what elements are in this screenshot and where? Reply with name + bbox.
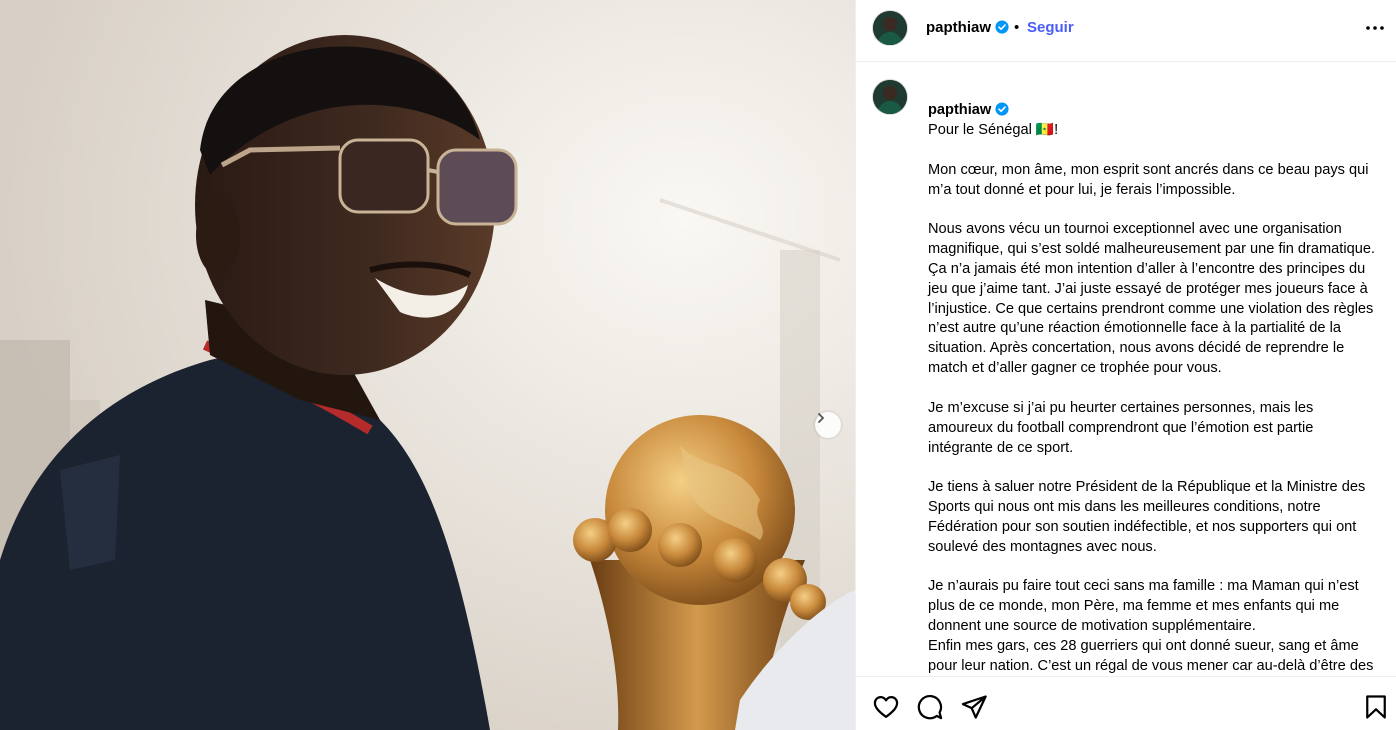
- separator-dot: •: [1014, 19, 1020, 36]
- bookmark-icon[interactable]: [1362, 693, 1390, 721]
- caption-comment: papthiaw Pour le Sénégal 🇸🇳! Mon cœur, m…: [856, 62, 1396, 676]
- caption-author-username[interactable]: papthiaw: [928, 102, 991, 118]
- avatar-image: [873, 80, 907, 114]
- caption-text: papthiaw Pour le Sénégal 🇸🇳! Mon cœur, m…: [928, 81, 1378, 676]
- paper-plane-icon[interactable]: [960, 693, 988, 721]
- author-username-text[interactable]: papthiaw: [926, 19, 991, 36]
- caption-paragraph-4: Je tiens à saluer notre Président de la …: [928, 478, 1366, 555]
- caption-paragraph-3: Je m’excuse si j’ai pu heurter certaines…: [928, 399, 1314, 456]
- caption-paragraph-2: Nous avons vécu un tournoi exceptionnel …: [928, 220, 1375, 377]
- verified-badge-icon: [995, 20, 1009, 34]
- more-options-icon[interactable]: [1363, 16, 1387, 40]
- post-actions-bar: [856, 676, 1396, 730]
- caption-paragraph-1: Mon cœur, mon âme, mon esprit sont ancré…: [928, 161, 1369, 198]
- photo-illustration: [0, 0, 855, 730]
- follow-button[interactable]: Seguir: [1027, 19, 1074, 36]
- author-username[interactable]: papthiaw: [926, 19, 1009, 36]
- heart-icon[interactable]: [872, 693, 900, 721]
- post-photo: [0, 0, 855, 730]
- caption-paragraph-5: Je n’aurais pu faire tout ceci sans ma f…: [928, 578, 1374, 674]
- caption-title: Pour le Sénégal 🇸🇳!: [928, 121, 1059, 138]
- post-header: papthiaw • Seguir: [856, 0, 1396, 62]
- comment-bubble-icon[interactable]: [916, 693, 944, 721]
- verified-badge-icon: [995, 102, 1009, 116]
- chevron-right-icon: [818, 413, 825, 423]
- avatar-image: [873, 11, 907, 45]
- next-photo-button[interactable]: [815, 412, 841, 438]
- author-avatar[interactable]: [873, 11, 907, 45]
- post-details-panel: papthiaw • Seguir papthiaw Pour le Sénég…: [855, 0, 1396, 730]
- caption-author-avatar[interactable]: [873, 80, 907, 114]
